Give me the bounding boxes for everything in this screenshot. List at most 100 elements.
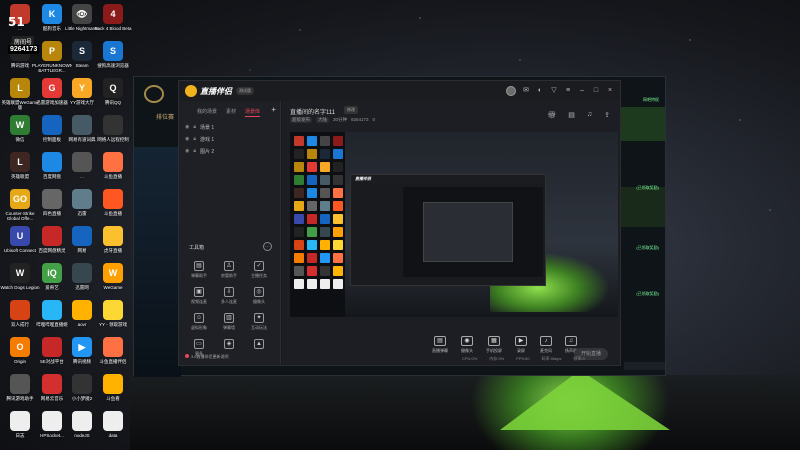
control-item[interactable]: ◉ 摄像头 (461, 336, 473, 354)
preview-icon (307, 162, 317, 172)
clipboard-icon[interactable]: ▤ (568, 111, 575, 119)
preview-icon (294, 162, 304, 172)
scene-item[interactable]: ◉ 🔒︎ 图片 2 (179, 145, 280, 157)
tool-item[interactable]: ✓ 主播任务 (244, 261, 274, 279)
tool-icon: ◎ (254, 287, 264, 297)
desktop-icon-image (103, 189, 123, 209)
version-badge[interactable]: 测试版 (236, 87, 254, 95)
tool-icon: ▤ (194, 261, 204, 271)
tab-materials[interactable]: 素材 (226, 108, 236, 117)
preview-icon (320, 201, 330, 211)
info-text: 0 (372, 117, 376, 122)
preview-desktop-icons (294, 136, 343, 289)
bell-icon[interactable]: ♫ (587, 111, 592, 119)
desktop-icon[interactable]: 斗鱼看 (93, 374, 133, 406)
tool-item[interactable]: ☺ 虚拟形象 (184, 313, 214, 331)
gift-icon[interactable]: 🎁︎ (547, 111, 556, 119)
desktop-icon-image (10, 300, 30, 320)
desktop-icon-image (103, 374, 123, 394)
desktop-icon-image (72, 152, 92, 172)
desktop-icon[interactable]: 4 Back 4 Blood Beta (93, 4, 133, 36)
minimize-icon[interactable]: – (578, 87, 586, 95)
desktop-icon-image: W (10, 115, 30, 135)
control-item[interactable]: ▤ 直播弹幕 (432, 336, 448, 354)
scene-item[interactable]: ◉ 🔒︎ 场景 1 (179, 121, 280, 133)
close-icon[interactable]: × (606, 87, 614, 95)
control-item[interactable]: ▦ 手机投屏 (486, 336, 502, 354)
preview-icon (307, 227, 317, 237)
desktop-icon[interactable]: S 搜狗高速浏览器 (93, 41, 133, 73)
tool-item[interactable]: ▣ 视频连麦 (184, 287, 214, 305)
tool-item[interactable]: ⇩ 多人连麦 (214, 287, 244, 305)
lol-green-panel-2 (621, 187, 665, 227)
desktop-icon[interactable]: 网络人远程控制 (93, 115, 133, 147)
toolbox-more-icon[interactable]: … (263, 242, 272, 251)
control-item[interactable]: ▶ 录屏 (515, 336, 527, 354)
tool-item[interactable]: ▲ (244, 339, 274, 357)
control-label: 摄像头 (461, 348, 473, 353)
desktop-icon-label: 虎牙直播 (104, 248, 122, 253)
tool-item[interactable]: ▤ 弹幕助手 (184, 261, 214, 279)
desktop-icon-image: P (42, 41, 62, 61)
app-titlebar[interactable]: 直播伴侣 测试版 ✉ ◐ ▽ ≡ – □ × (179, 81, 620, 101)
desktop-icon-label: 搜狗高速浏览器 (97, 63, 129, 68)
desktop-icon[interactable]: Q 腾讯QQ (93, 78, 133, 110)
share-icon[interactable]: ⇪ (604, 111, 610, 119)
desktop-icon-label: YY - 领取游戏 (99, 322, 127, 327)
desktop-icon[interactable]: 斗鱼直播 (93, 152, 133, 184)
desktop-icon[interactable]: 斗鱼直播伴侣 (93, 337, 133, 369)
eye-icon[interactable]: ◉ (185, 136, 189, 142)
room-title: 直播间的名字111 (290, 110, 336, 116)
desktop-icon[interactable]: 斗鱼直播 (93, 189, 133, 221)
tool-icon: ▲ (254, 339, 264, 349)
preview-icon (320, 240, 330, 250)
desktop-icon-image: Q (103, 78, 123, 98)
desktop-icon-image: ▶ (72, 337, 92, 357)
avatar[interactable] (506, 86, 516, 96)
control-item[interactable]: ♪ 麦克风 (540, 336, 552, 354)
desktop-icon-image (72, 263, 92, 283)
edit-room-button[interactable]: 修改 (344, 106, 358, 114)
preview-icon (333, 149, 343, 159)
desktop-icon[interactable]: W WeGame (93, 263, 133, 295)
lol-right-text: (已领取奖励) (636, 291, 659, 296)
preview-icon (307, 240, 317, 250)
filter-icon[interactable]: ▽ (550, 87, 558, 95)
desktop-icon-image (72, 189, 92, 209)
tab-my-scenes[interactable]: 我的场景 (197, 108, 217, 117)
tool-item[interactable]: ♙ 房管助手 (214, 261, 244, 279)
preview-icon (320, 266, 330, 276)
eye-icon[interactable]: ◉ (185, 124, 189, 130)
skin-icon[interactable]: ◐ (536, 87, 544, 95)
tool-item[interactable]: ▥ 弹幕墙 (214, 313, 244, 331)
scene-item[interactable]: ◉ 🔒︎ 游戏 1 (179, 133, 280, 145)
desktop-icon[interactable]: 虎牙直播 (93, 226, 133, 258)
stream-app-window[interactable]: 直播伴侣 测试版 ✉ ◐ ▽ ≡ – □ × 我的场景 素材 场景库 + ◉ 🔒… (178, 80, 621, 366)
preview-icon (333, 162, 343, 172)
tool-label: 摄像头 (253, 299, 265, 304)
lol-right-text: (已领取奖励) (636, 245, 659, 250)
tool-item[interactable]: ✦ 互动玩法 (244, 313, 274, 331)
lol-side-panel (134, 147, 181, 377)
menu-icon[interactable]: ≡ (564, 87, 572, 95)
preview-icon (320, 162, 330, 172)
add-scene-icon[interactable]: + (271, 105, 276, 114)
eye-icon[interactable]: ◉ (185, 148, 189, 154)
message-icon[interactable]: ✉ (522, 87, 530, 95)
desktop-icon-image (72, 226, 92, 246)
live-preview[interactable]: 直播伴侣 (290, 132, 618, 317)
lock-icon[interactable]: 🔒︎ (193, 124, 196, 130)
desktop-icon[interactable]: YY - 领取游戏 (93, 300, 133, 332)
preview-icon (333, 253, 343, 263)
app-logo-icon (185, 85, 197, 97)
info-pill: 大陆 (316, 117, 329, 123)
update-notice[interactable]: 3.6直播伴侣更新说明 (185, 354, 229, 360)
tool-item[interactable]: ◎ 摄像头 (244, 287, 274, 305)
desktop-icon[interactable]: data (93, 411, 133, 443)
control-label: 手机投屏 (486, 348, 502, 353)
lock-icon[interactable]: 🔒︎ (193, 136, 196, 142)
tab-scene-library[interactable]: 场景库 (245, 108, 261, 117)
maximize-icon[interactable]: □ (592, 87, 600, 95)
desktop-icon-label: WeGame (103, 285, 123, 290)
lock-icon[interactable]: 🔒︎ (193, 148, 196, 154)
